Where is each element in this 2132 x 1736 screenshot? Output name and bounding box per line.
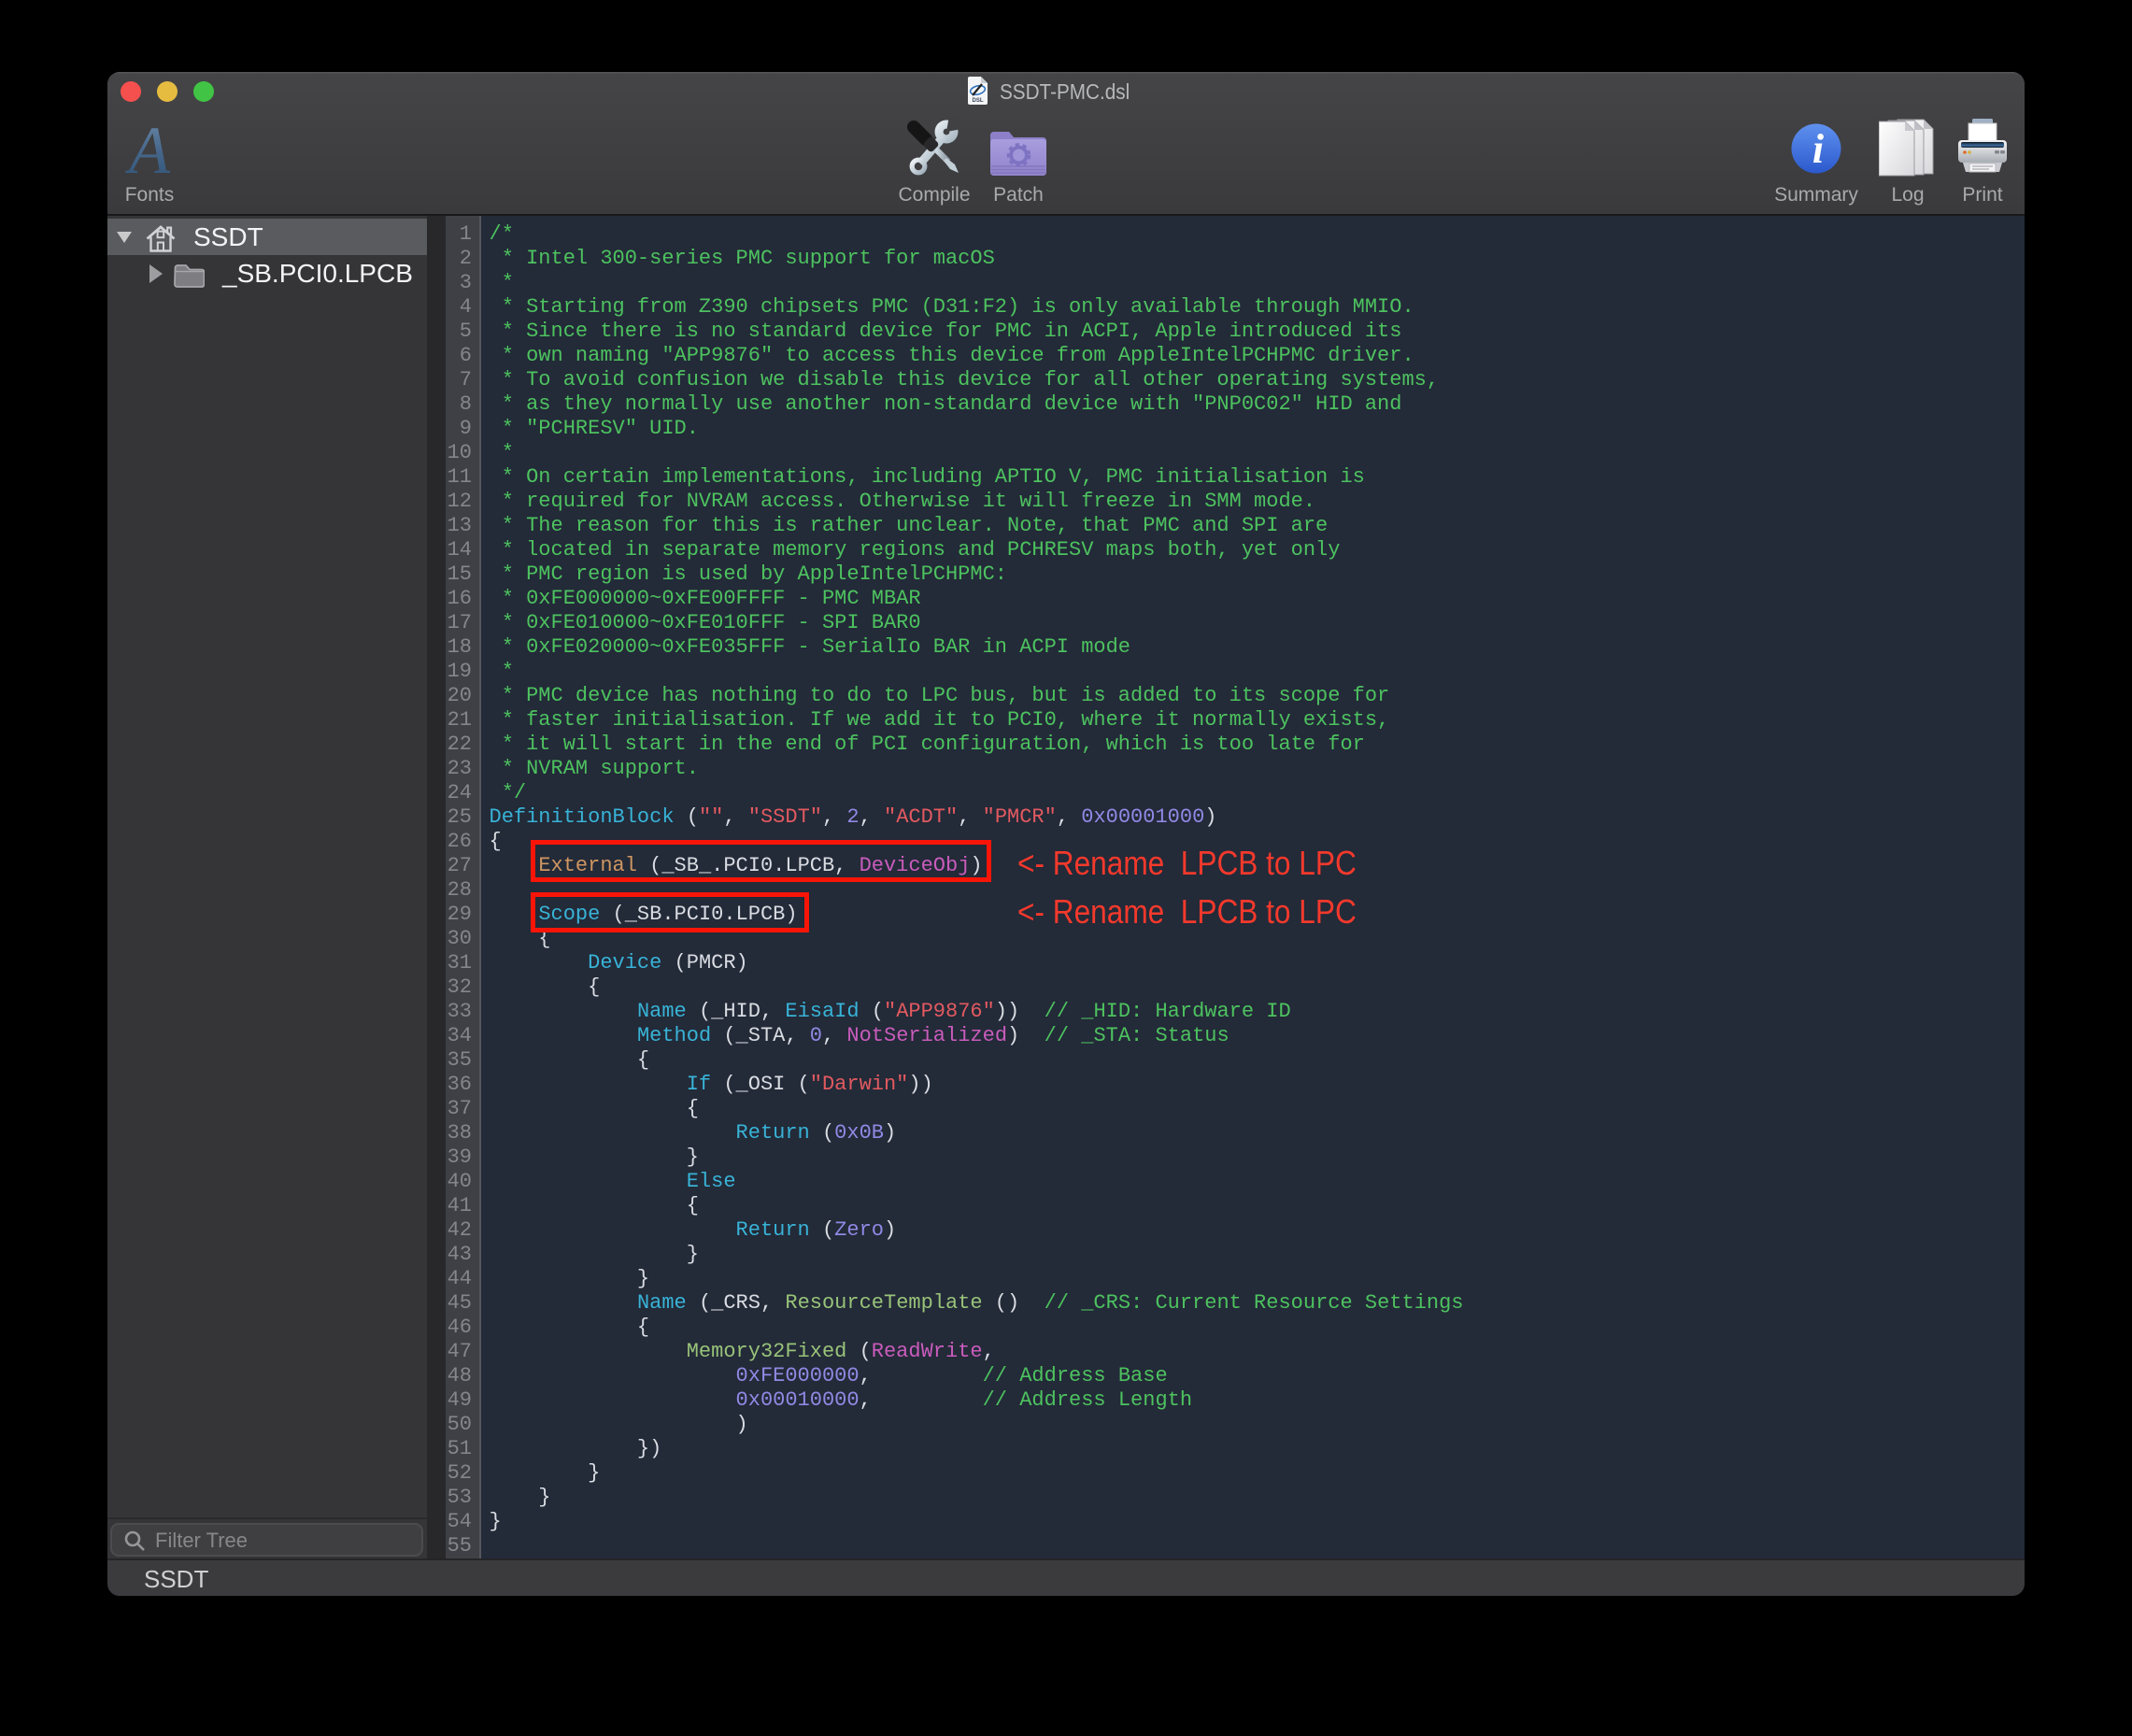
svg-text:A: A: [125, 121, 171, 184]
svg-text:DSL: DSL: [973, 98, 984, 104]
svg-text:i: i: [1812, 126, 1825, 172]
